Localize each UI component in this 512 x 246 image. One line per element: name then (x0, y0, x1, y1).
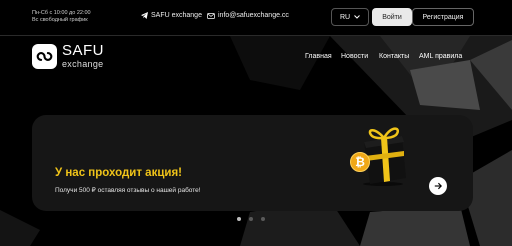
chevron-down-icon (354, 15, 360, 19)
email-label: info@safuexchange.cc (218, 12, 289, 19)
nav-aml[interactable]: AML правила (419, 53, 462, 60)
logo-icon[interactable] (32, 44, 57, 69)
top-bar: Пн-Сб с 10:00 до 22:00 Вс свободный граф… (0, 0, 512, 34)
next-slide-button[interactable] (429, 177, 447, 195)
nav-contacts[interactable]: Контакты (379, 53, 409, 60)
nav-news[interactable]: Новости (341, 53, 368, 60)
email-link[interactable]: info@safuexchange.cc (207, 12, 289, 19)
login-button[interactable]: Войти (372, 8, 412, 26)
telegram-icon (141, 12, 148, 19)
register-button[interactable]: Регистрация (412, 8, 474, 26)
logo-mark (36, 52, 53, 61)
bitcoin-symbol: ₿ (355, 155, 365, 169)
slide-dot-1[interactable] (237, 217, 241, 221)
promo-text: Получи 500 ₽ оставляя отзывы о нашей раб… (55, 187, 201, 194)
logo-subtitle[interactable]: exchange (62, 59, 103, 69)
working-hours: Пн-Сб с 10:00 до 22:00 Вс свободный граф… (32, 10, 91, 24)
slide-dot-2[interactable] (249, 217, 253, 221)
mail-icon (207, 12, 215, 19)
promo-title: У нас проходит акция! (55, 167, 182, 179)
logo-title[interactable]: SAFU (62, 42, 104, 59)
bitcoin-coin-icon: ₿ (350, 152, 370, 172)
telegram-label: SAFU exchange (151, 12, 202, 19)
slide-dot-3[interactable] (261, 217, 265, 221)
hours-sunday: Вс свободный график (32, 17, 88, 23)
arrow-right-icon (434, 182, 442, 190)
language-value: RU (339, 13, 351, 21)
language-select[interactable]: RU (331, 8, 369, 26)
header-divider (0, 35, 512, 36)
hours-weekdays: Пн-Сб с 10:00 до 22:00 (32, 10, 91, 16)
nav-home[interactable]: Главная (305, 53, 332, 60)
telegram-link[interactable]: SAFU exchange (141, 12, 202, 19)
